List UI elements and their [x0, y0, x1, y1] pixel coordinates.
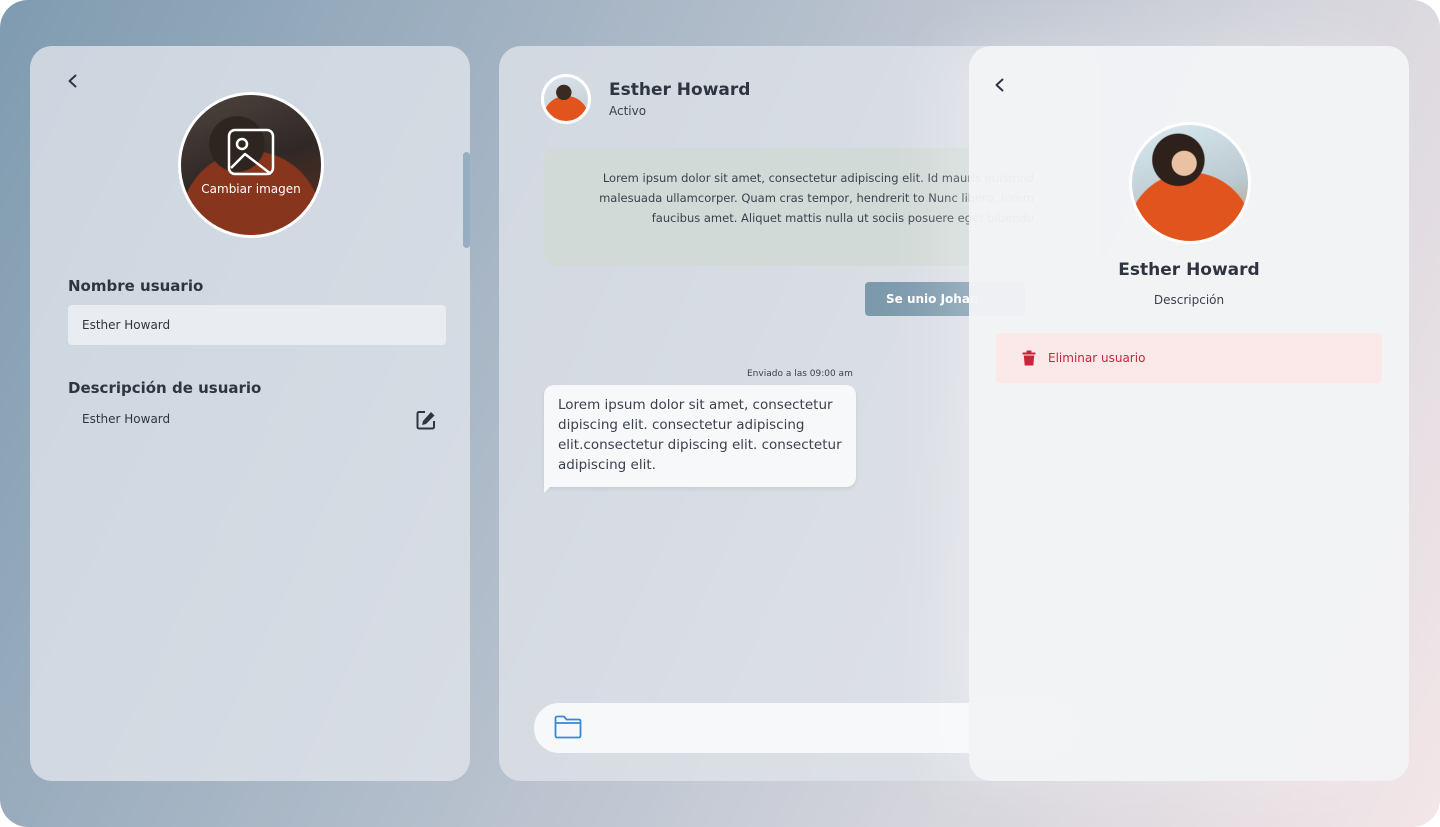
image-icon: [227, 128, 275, 176]
profile-description: Descripción: [1153, 293, 1225, 307]
change-avatar-button[interactable]: Cambiar imagen: [178, 92, 324, 238]
edit-icon[interactable]: [415, 409, 437, 431]
contact-avatar[interactable]: [541, 74, 591, 124]
folder-icon[interactable]: [554, 715, 582, 739]
profile-avatar: [1129, 122, 1251, 244]
change-image-label: Cambiar imagen: [201, 182, 301, 196]
chevron-left-icon: [68, 74, 77, 88]
scrollbar-thumb[interactable]: [463, 152, 470, 248]
delete-user-label: Eliminar usuario: [1048, 351, 1146, 365]
username-input[interactable]: [68, 305, 446, 345]
profile-name: Esther Howard: [1118, 260, 1260, 280]
username-label: Nombre usuario: [68, 277, 204, 295]
description-value: Esther Howard: [82, 412, 171, 426]
user-edit-panel: Cambiar imagen Nombre usuario Descripció…: [30, 46, 470, 781]
trash-icon: [1022, 350, 1036, 366]
message-bubble-tail: [544, 483, 554, 493]
profile-drawer: Esther Howard Descripción Eliminar usuar…: [969, 46, 1409, 781]
drawer-back-button[interactable]: [988, 73, 1012, 97]
message-bubble: Lorem ipsum dolor sit amet, consectetur …: [544, 385, 856, 487]
avatar-overlay: Cambiar imagen: [181, 95, 321, 235]
delete-user-button[interactable]: Eliminar usuario: [996, 333, 1382, 383]
contact-status: Activo: [609, 104, 647, 118]
chevron-left-icon: [995, 78, 1004, 92]
contact-name: Esther Howard: [609, 80, 751, 100]
back-button[interactable]: [61, 69, 85, 93]
message-timestamp: Enviado a las 09:00 am: [747, 369, 853, 379]
description-label: Descripción de usuario: [68, 379, 262, 397]
app-window: Cambiar imagen Nombre usuario Descripció…: [0, 0, 1440, 827]
